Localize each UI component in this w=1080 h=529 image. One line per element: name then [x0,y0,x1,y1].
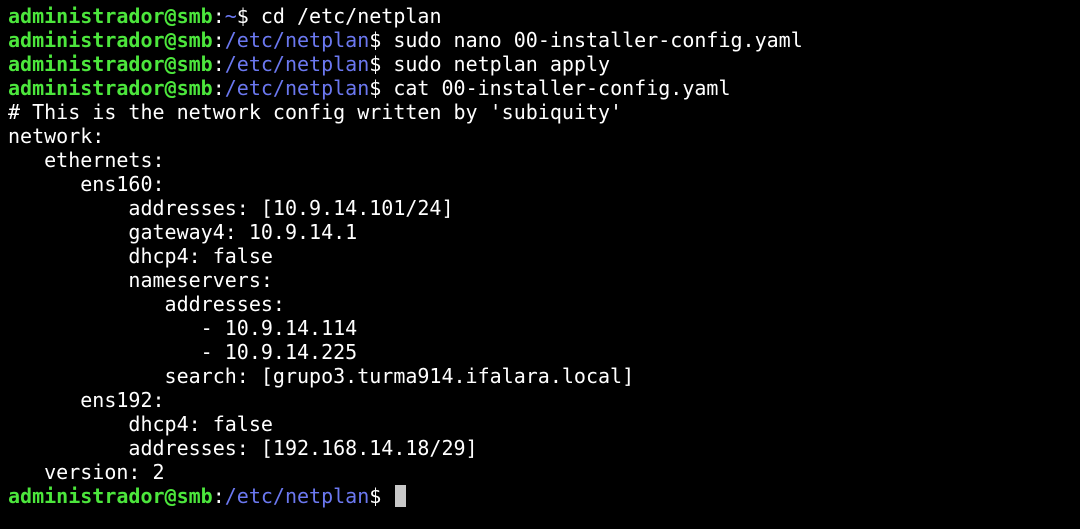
prompt-line: administrador@smb:/etc/netplan$ cat 00-i… [8,76,1080,100]
output-line: ens160: [8,172,1080,196]
output-line: - 10.9.14.114 [8,316,1080,340]
prompt-user-host: administrador@smb [8,52,213,76]
prompt-path: /etc/netplan [224,484,370,508]
prompt-separator: : [212,76,225,100]
command-text: sudo netplan apply [381,52,611,76]
prompt-path: ~ [224,4,237,28]
prompt-separator: : [212,28,225,52]
output-text: - 10.9.14.114 [8,316,358,340]
text-cursor[interactable] [395,485,407,507]
prompt-symbol: $ [369,52,382,76]
output-line: - 10.9.14.225 [8,340,1080,364]
output-line: gateway4: 10.9.14.1 [8,220,1080,244]
prompt-path: /etc/netplan [224,76,370,100]
output-line: # This is the network config written by … [8,100,1080,124]
prompt-line: administrador@smb:~$ cd /etc/netplan [8,4,1080,28]
prompt-path: /etc/netplan [224,52,370,76]
output-text: nameservers: [8,268,273,292]
prompt-symbol: $ [369,76,382,100]
output-line: dhcp4: false [8,412,1080,436]
prompt-line: administrador@smb:/etc/netplan$ sudo net… [8,52,1080,76]
output-text: dhcp4: false [8,244,273,268]
command-text: cd /etc/netplan [248,4,442,28]
output-text: addresses: [10.9.14.101/24] [8,196,454,220]
prompt-path: /etc/netplan [224,28,370,52]
output-text: ens192: [8,388,165,412]
output-text: # This is the network config written by … [8,100,623,124]
prompt-separator: : [212,484,225,508]
prompt-user-host: administrador@smb [8,76,213,100]
output-line: dhcp4: false [8,244,1080,268]
terminal-output[interactable]: administrador@smb:~$ cd /etc/netplan admi… [8,4,1080,508]
prompt-symbol: $ [369,28,382,52]
output-text: ethernets: [8,148,165,172]
prompt-separator: : [212,4,225,28]
output-line: ens192: [8,388,1080,412]
output-line: nameservers: [8,268,1080,292]
output-text: ens160: [8,172,165,196]
prompt-line: administrador@smb:/etc/netplan$ [8,484,1080,508]
output-line: addresses: [10.9.14.101/24] [8,196,1080,220]
output-line: network: [8,124,1080,148]
output-text: dhcp4: false [8,412,273,436]
prompt-symbol: $ [236,4,249,28]
output-text: addresses: [192.168.14.18/29] [8,436,478,460]
output-line: version: 2 [8,460,1080,484]
command-text: sudo nano 00-installer-config.yaml [381,28,803,52]
prompt-user-host: administrador@smb [8,28,213,52]
output-line: search: [grupo3.turma914.ifalara.local] [8,364,1080,388]
output-line: addresses: [8,292,1080,316]
output-text: - 10.9.14.225 [8,340,358,364]
prompt-user-host: administrador@smb [8,4,213,28]
output-text: network: [8,124,105,148]
output-text: gateway4: 10.9.14.1 [8,220,358,244]
prompt-line: administrador@smb:/etc/netplan$ sudo nan… [8,28,1080,52]
command-text [381,484,393,508]
output-line: addresses: [192.168.14.18/29] [8,436,1080,460]
command-text: cat 00-installer-config.yaml [381,76,731,100]
prompt-separator: : [212,52,225,76]
output-line: ethernets: [8,148,1080,172]
prompt-user-host: administrador@smb [8,484,213,508]
output-text: addresses: [8,292,285,316]
output-text: version: 2 [8,460,165,484]
output-text: search: [grupo3.turma914.ifalara.local] [8,364,635,388]
prompt-symbol: $ [369,484,382,508]
